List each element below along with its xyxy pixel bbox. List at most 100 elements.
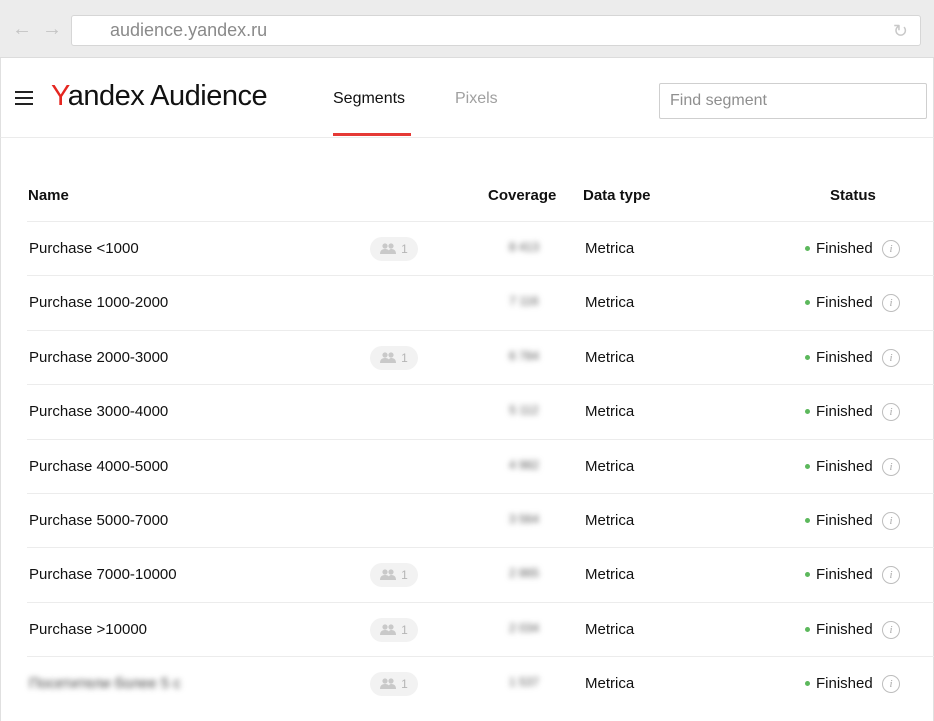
share-count: 1 [401, 350, 408, 365]
coverage-value: 5 112 [509, 403, 539, 418]
hamburger-menu-icon[interactable] [15, 91, 33, 105]
info-icon[interactable]: i [882, 294, 900, 313]
coverage-value: 8 413 [508, 240, 540, 254]
status-dot-icon [805, 572, 810, 578]
status-value: Finished [805, 621, 873, 638]
status-dot-icon [805, 626, 810, 632]
segment-name[interactable]: Purchase 4000-5000 [29, 458, 168, 475]
users-icon [380, 243, 397, 254]
segment-name[interactable]: Purchase <1000 [29, 240, 139, 257]
search-input[interactable] [660, 84, 926, 118]
table-row[interactable]: Purchase >10000 1 2 034 Metrica Finished… [27, 601, 934, 656]
shared-access-badge[interactable]: 1 [370, 563, 418, 588]
status-text: Finished [816, 620, 873, 638]
info-icon[interactable]: i [882, 457, 900, 476]
search-box[interactable] [659, 83, 927, 119]
info-icon[interactable]: i [882, 348, 900, 367]
status-value: Finished [805, 512, 873, 529]
shared-access-badge[interactable]: 1 [370, 672, 418, 697]
segment-name[interactable]: Purchase 7000-10000 [29, 566, 177, 583]
coverage-value: 2 865 [508, 566, 540, 581]
data-type-value: Metrica [585, 348, 635, 366]
status-dot-icon [805, 681, 810, 687]
reload-icon[interactable]: ↻ [893, 21, 908, 42]
column-header-name[interactable]: Name [28, 187, 69, 204]
data-type-value: Metrica [585, 294, 635, 312]
status-value: Finished [805, 294, 873, 311]
segment-name[interactable]: Purchase 3000-4000 [29, 403, 168, 420]
share-count: 1 [401, 568, 408, 583]
status-value: Finished [805, 458, 873, 475]
logo-text: andex Audience [67, 80, 268, 112]
info-icon[interactable]: i [882, 511, 900, 530]
status-text: Finished [816, 294, 873, 312]
segment-name[interactable]: Посетители более 5 с [29, 675, 181, 692]
column-header-coverage[interactable]: Coverage [488, 187, 556, 204]
status-dot-icon [805, 409, 810, 415]
tab-segments[interactable]: Segments [333, 90, 405, 108]
users-icon [380, 569, 397, 581]
status-value: Finished [805, 675, 873, 692]
column-header-status[interactable]: Status [830, 187, 876, 204]
info-icon[interactable]: i [882, 403, 900, 422]
table-row[interactable]: Purchase 7000-10000 1 2 865 Metrica Fini… [27, 547, 934, 601]
table-row[interactable]: Purchase 2000-3000 1 6 784 Metrica Finis… [27, 329, 934, 384]
data-type-value: Metrica [585, 675, 635, 693]
table-row[interactable]: Purchase <1000 1 8 413 Metrica Finished … [27, 221, 934, 275]
coverage-value: 2 034 [508, 620, 540, 635]
status-dot-icon [805, 354, 810, 360]
table-body: Purchase <1000 1 8 413 Metrica Finished … [27, 221, 934, 711]
status-value: Finished [805, 403, 873, 420]
status-dot-icon [805, 246, 810, 251]
coverage-value: 6 784 [508, 348, 540, 363]
data-type-value: Metrica [585, 620, 635, 638]
info-icon[interactable]: i [882, 620, 900, 639]
shared-access-badge[interactable]: 1 [370, 345, 418, 370]
segment-name[interactable]: Purchase >10000 [29, 621, 147, 638]
status-text: Finished [816, 348, 873, 366]
status-dot-icon [805, 463, 810, 469]
status-dot-icon [805, 300, 810, 306]
shared-access-badge[interactable]: 1 [370, 237, 418, 261]
address-bar[interactable]: audience.yandex.ru ↻ [71, 15, 921, 46]
table-row[interactable]: Purchase 4000-5000 4 982 Metrica Finishe… [27, 438, 934, 493]
data-type-value: Metrica [585, 457, 635, 475]
app-header: Yandex Audience Segments Pixels [0, 58, 934, 138]
yandex-audience-logo[interactable]: Yandex Audience [51, 80, 268, 113]
data-type-value: Metrica [585, 240, 635, 257]
table-row[interactable]: Посетители более 5 с 1 1 537 Metrica Fin… [27, 656, 934, 710]
users-icon [380, 624, 397, 635]
tab-pixels[interactable]: Pixels [455, 90, 498, 108]
segments-table: Name Coverage Data type Status Purchase … [0, 138, 934, 721]
table-row[interactable]: Purchase 1000-2000 7 116 Metrica Finishe… [27, 275, 934, 329]
users-icon [380, 352, 397, 363]
table-row[interactable]: Purchase 3000-4000 5 112 Metrica Finishe… [27, 384, 934, 438]
data-type-value: Metrica [585, 403, 635, 421]
logo-letter: Y [51, 80, 68, 112]
info-icon[interactable]: i [882, 675, 900, 694]
info-icon[interactable]: i [882, 566, 900, 585]
users-icon [380, 678, 397, 690]
coverage-value: 7 116 [509, 294, 539, 309]
table-row[interactable]: Purchase 5000-7000 3 564 Metrica Finishe… [27, 492, 934, 547]
status-text: Finished [816, 457, 873, 475]
column-header-data-type[interactable]: Data type [583, 187, 651, 204]
status-text: Finished [816, 511, 873, 529]
segment-name[interactable]: Purchase 2000-3000 [29, 349, 168, 366]
status-dot-icon [805, 517, 810, 523]
url-text: audience.yandex.ru [110, 20, 268, 40]
share-count: 1 [401, 242, 408, 256]
segment-name[interactable]: Purchase 5000-7000 [29, 512, 168, 529]
status-value: Finished [805, 240, 873, 257]
status-text: Finished [816, 566, 873, 584]
arrow-right-icon[interactable]: → [42, 19, 62, 39]
status-text: Finished [816, 675, 873, 693]
status-value: Finished [805, 566, 873, 583]
status-value: Finished [805, 349, 873, 366]
arrow-left-icon[interactable]: ← [12, 19, 32, 39]
data-type-value: Metrica [585, 511, 635, 529]
info-icon[interactable]: i [882, 240, 900, 258]
shared-access-badge[interactable]: 1 [370, 617, 418, 642]
segment-name[interactable]: Purchase 1000-2000 [29, 294, 168, 311]
coverage-value: 3 564 [508, 511, 540, 526]
